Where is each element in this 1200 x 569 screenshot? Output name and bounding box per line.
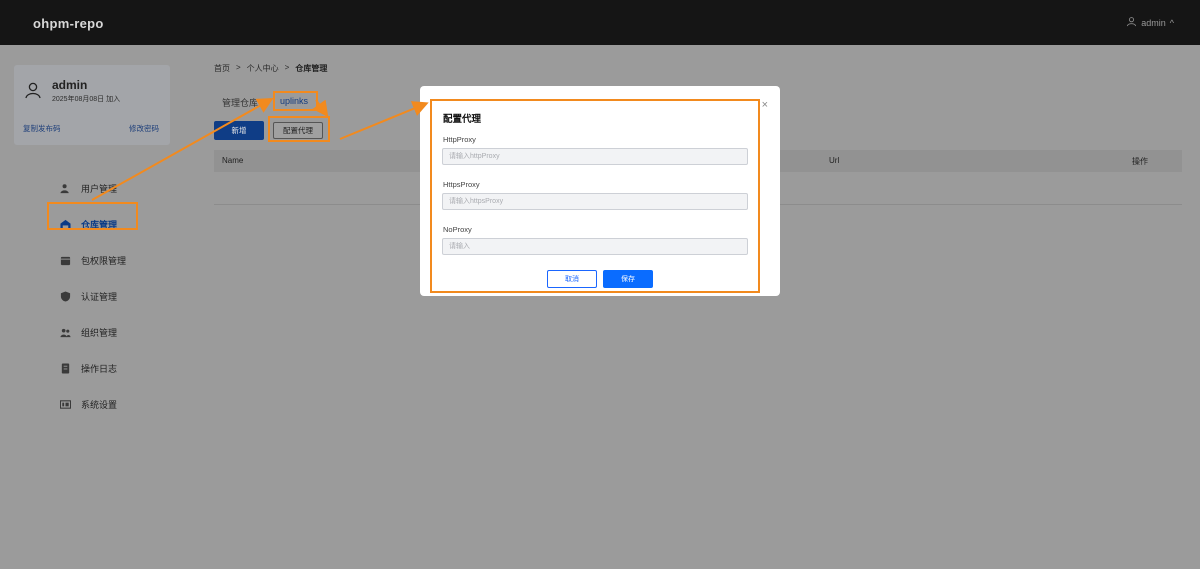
user-icon — [1126, 16, 1137, 29]
user-name: admin — [1141, 17, 1166, 28]
column-name: Name — [222, 156, 244, 165]
annotation-box-sidebar — [47, 202, 138, 230]
sidebar-item-settings[interactable]: 系统设置 — [52, 386, 182, 422]
breadcrumb-home[interactable]: 首页 — [214, 63, 230, 74]
sidebar-item-organization[interactable]: 组织管理 — [52, 314, 182, 350]
user-icon — [60, 183, 71, 194]
annotation-box-dialog — [430, 99, 760, 293]
profile-joined-date: 2025年08月08日 加入 — [52, 96, 121, 103]
annotation-box-uplinks — [273, 91, 318, 111]
shield-icon — [60, 290, 71, 302]
column-url: Url — [829, 156, 840, 165]
chevron-up-icon: ^ — [1169, 17, 1174, 28]
sidebar-item-label: 包权限管理 — [81, 255, 127, 266]
breadcrumb-personal-center[interactable]: 个人中心 — [247, 63, 279, 74]
annotation-box-proxy — [268, 116, 330, 142]
profile-card: admin 2025年08月08日 加入 复制发布码 修改密码 — [14, 65, 170, 145]
log-icon — [60, 362, 71, 374]
avatar-icon — [25, 82, 41, 99]
brand-logo[interactable]: ohpm-repo — [33, 16, 104, 31]
top-bar: ohpm-repo admin ^ — [0, 0, 1200, 45]
tab-manage-repo[interactable]: 管理仓库 — [222, 96, 258, 110]
organization-icon — [60, 327, 71, 338]
package-icon — [60, 255, 71, 266]
change-password-link[interactable]: 修改密码 — [129, 123, 159, 134]
sidebar-item-auth[interactable]: 认证管理 — [52, 278, 182, 314]
column-actions: 操作 — [1132, 157, 1148, 166]
sidebar-item-label: 操作日志 — [81, 363, 118, 374]
sidebar-item-label: 组织管理 — [81, 327, 118, 338]
sidebar-item-operation-log[interactable]: 操作日志 — [52, 350, 182, 386]
sidebar-item-label: 系统设置 — [81, 399, 118, 410]
breadcrumb: 首页 > 个人中心 > 仓库管理 — [214, 63, 327, 74]
profile-name: admin — [52, 78, 88, 92]
breadcrumb-separator: > — [284, 63, 290, 72]
breadcrumb-separator: > — [236, 63, 241, 72]
settings-icon — [60, 399, 71, 410]
sidebar-item-label: 认证管理 — [81, 291, 118, 302]
sidebar-item-users[interactable]: 用户管理 — [52, 170, 182, 206]
new-button[interactable]: 新增 — [214, 121, 264, 140]
breadcrumb-current: 仓库管理 — [295, 64, 328, 73]
close-icon[interactable]: × — [762, 99, 768, 111]
copy-publish-code-link[interactable]: 复制发布码 — [23, 123, 61, 134]
user-menu[interactable]: admin ^ — [1126, 16, 1174, 29]
sidebar-item-label: 用户管理 — [81, 183, 118, 194]
sidebar-item-package-permissions[interactable]: 包权限管理 — [52, 242, 182, 278]
